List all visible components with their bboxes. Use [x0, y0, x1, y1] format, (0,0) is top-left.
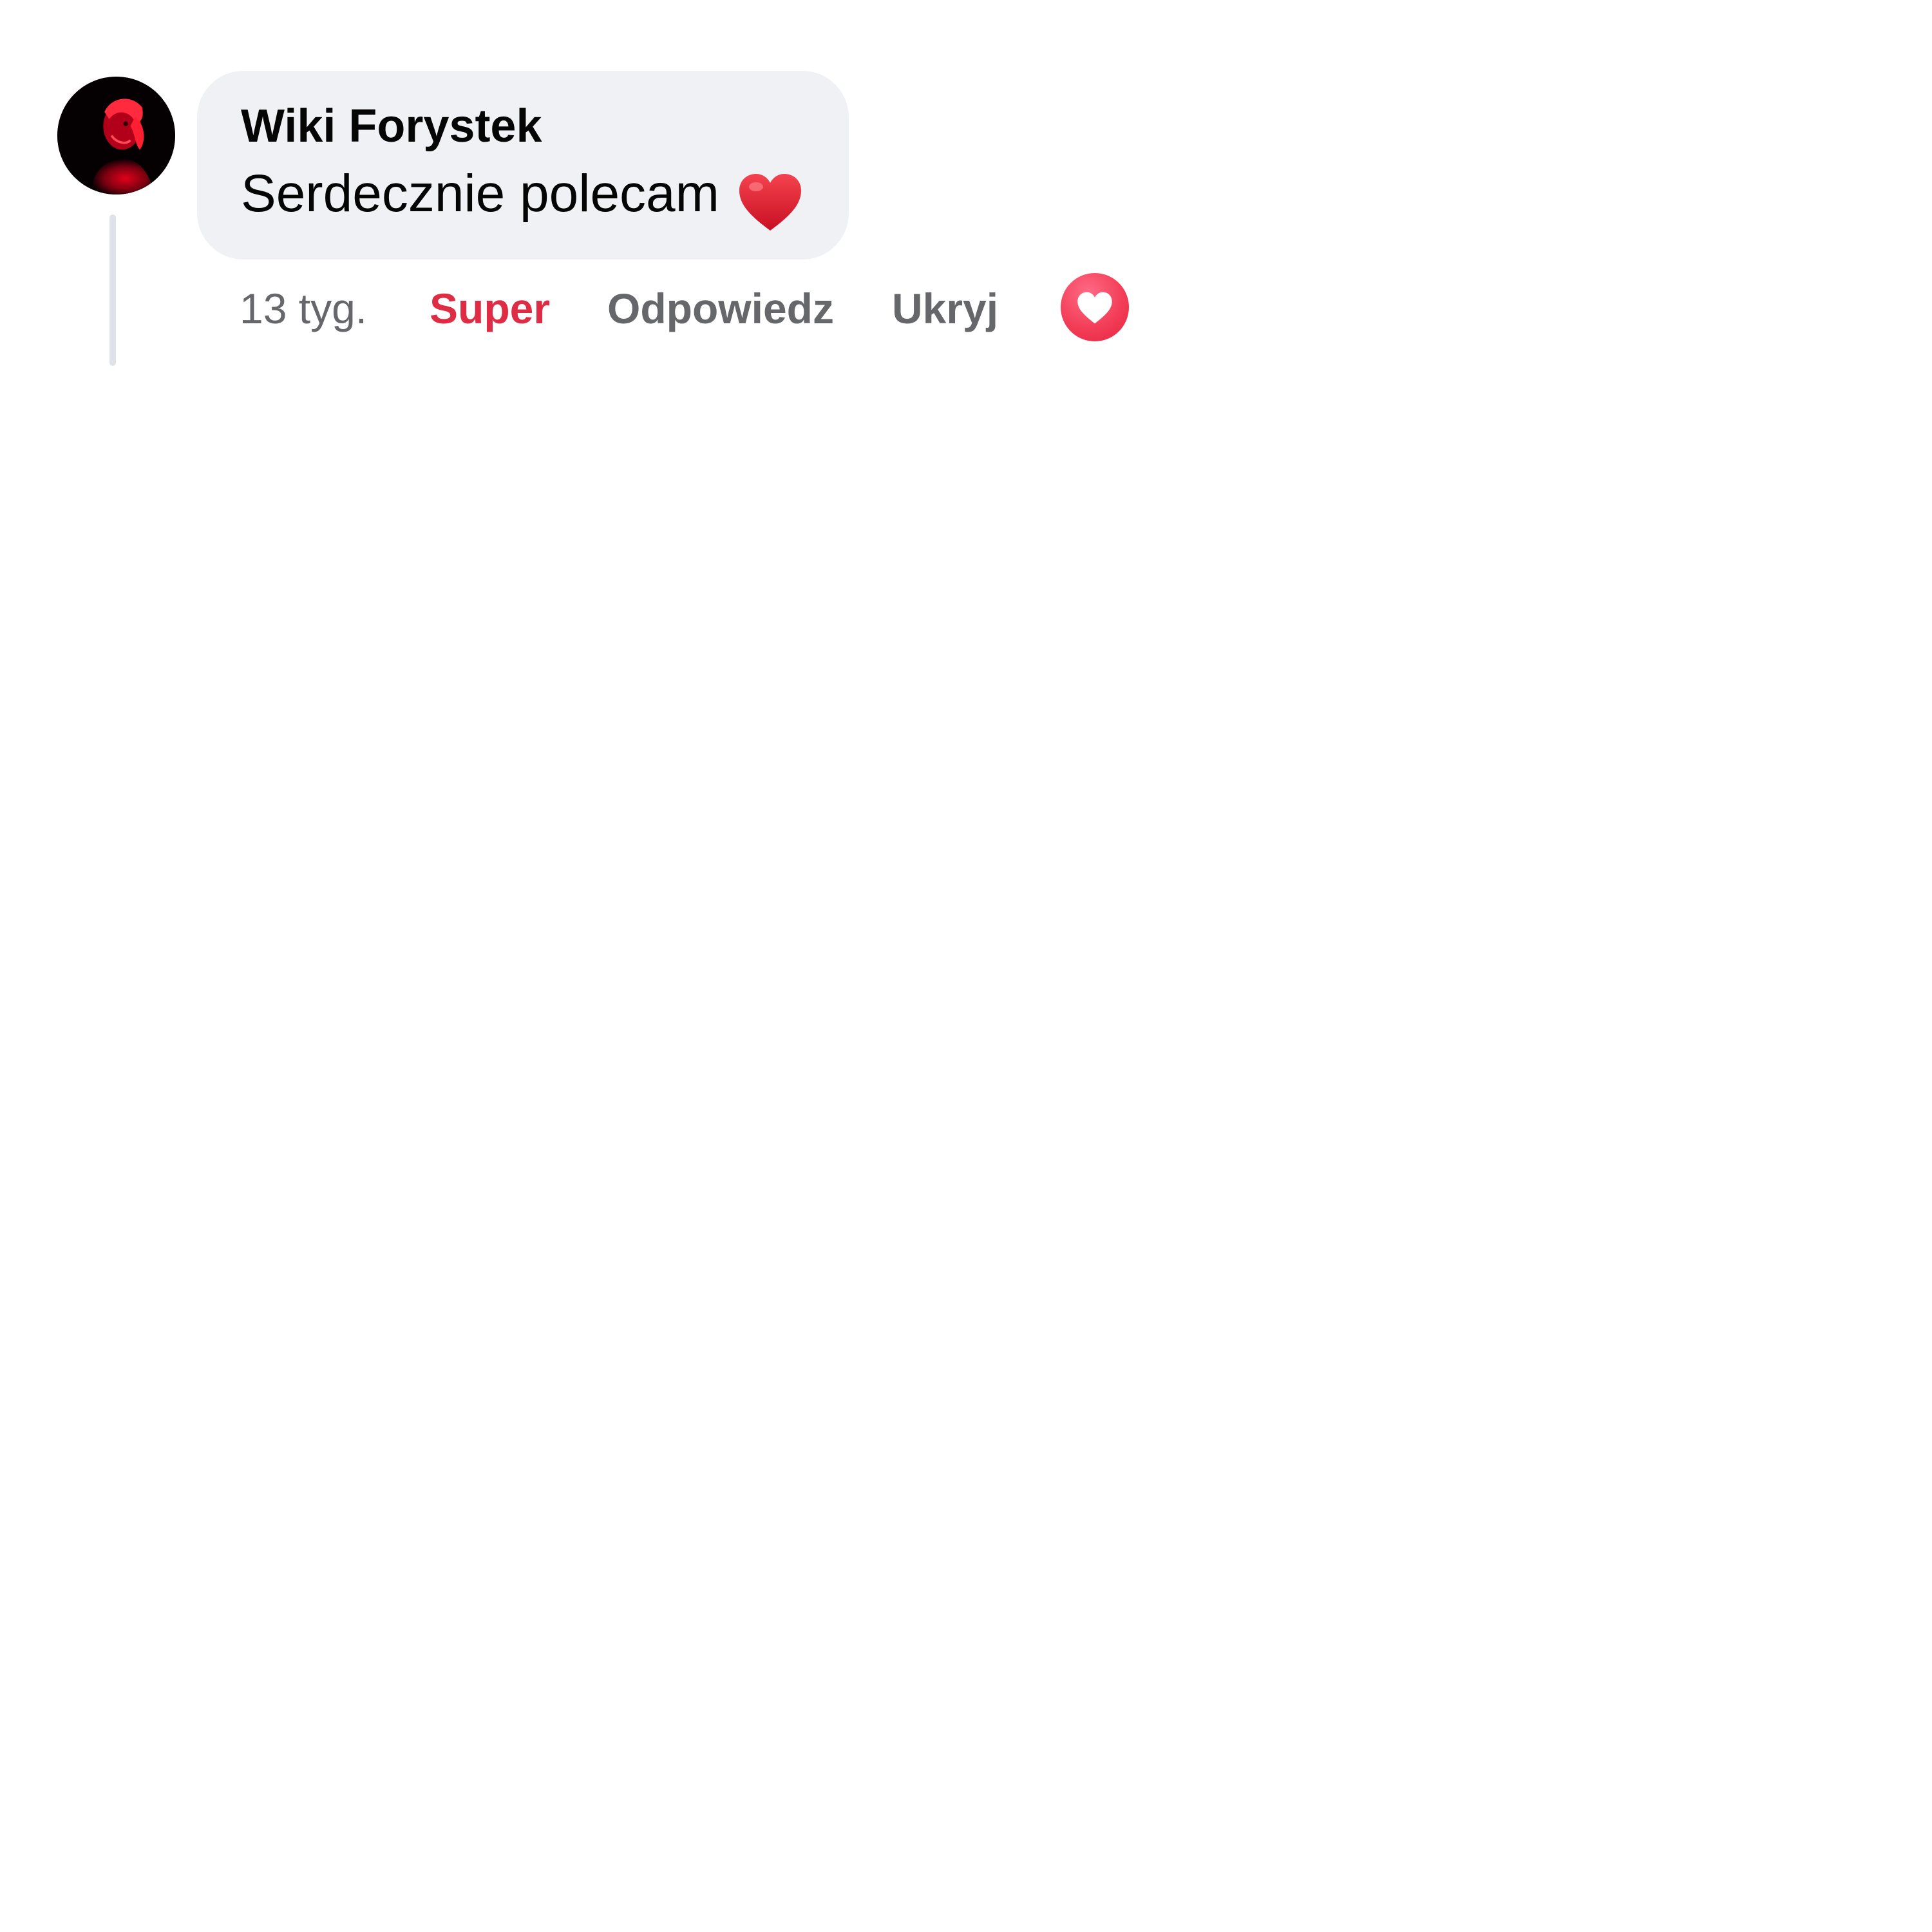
avatar-image: [57, 77, 175, 194]
love-reaction-icon[interactable]: [1061, 273, 1129, 341]
reply-button[interactable]: Odpowiedz: [607, 287, 834, 330]
heart-emoji-icon: [738, 173, 802, 232]
comment: Wiki Forystek Serdecznie polecam 13 tyg.: [0, 0, 1932, 386]
avatar[interactable]: [57, 77, 175, 194]
comment-author[interactable]: Wiki Forystek: [241, 103, 542, 149]
thread-line: [109, 214, 116, 366]
comment-text: Serdecznie polecam: [241, 164, 719, 223]
comment-timestamp[interactable]: 13 tyg.: [240, 287, 367, 330]
like-button[interactable]: Super: [430, 287, 550, 330]
page: Wiki Forystek Serdecznie polecam 13 tyg.: [0, 0, 1932, 1932]
comment-bubble: Wiki Forystek Serdecznie polecam: [197, 71, 849, 260]
hide-button[interactable]: Ukryj: [892, 287, 998, 330]
